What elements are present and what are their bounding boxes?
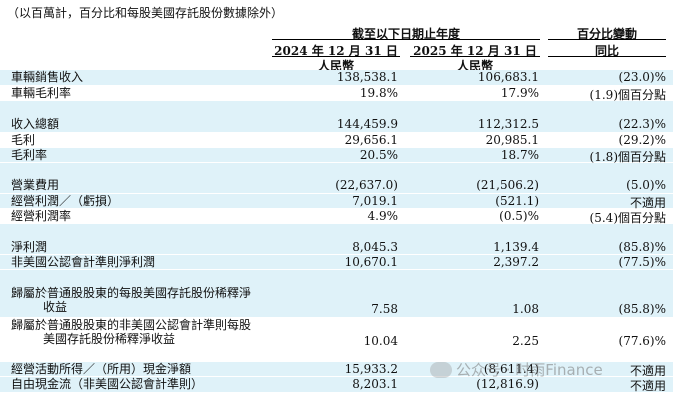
table-row: 歸屬於普通股股東的每股美國存託股份稀釋淨 收益 7.58 1.08 (85.8)% [0,285,673,317]
row-label-line2: 美國存託股份稀釋淨收益 [43,332,176,346]
value-2024: 29,656.1 [344,133,398,147]
value-change: (22.3)% [618,117,666,131]
row-label-line1: 車輛銷售收入 [11,70,84,84]
row-spacer [0,101,673,117]
table-row: 歸屬於普通股股東的非美國公認會計準則每股 美國存託股份稀釋淨收益 10.04 2.25… [0,317,673,349]
table-row: 淨利潤 8,045.3 1,139.4 (85.8)% [0,240,673,254]
row-label-line1: 車輛毛利率 [11,86,72,100]
row-label-line1: 歸屬於普通股股東的非美國公認會計準則每股 [11,318,252,332]
value-2025: 1.08 [512,302,539,316]
value-2024: 8,045.3 [352,240,398,254]
value-change: (29.2)% [618,133,666,147]
value-2025: (0.5)% [499,209,539,223]
header-rule-group [272,39,540,40]
value-2024: 20.5% [359,148,398,162]
value-change: 不適用 [629,379,666,393]
row-label-line1: 毛利率 [11,148,48,162]
value-2024: 7.58 [371,302,398,316]
value-2024: 10.04 [363,334,398,348]
value-2025: 2,397.2 [493,255,539,269]
row-label: 經營利潤／（虧損） [11,194,119,208]
value-change: (85.8)% [618,302,666,316]
value-2025: (521.1) [495,194,539,208]
value-2025: (21,506.2) [476,178,539,192]
row-label: 非美國公認會計準則淨利潤 [11,255,155,269]
value-change: (77.5)% [618,255,666,269]
value-2025: 18.7% [500,148,539,162]
row-spacer [0,224,673,240]
row-label: 自由現金流（非美國公認會計準則） [11,377,203,391]
row-label-line1: 經營活動所得／（所用）現金淨額 [11,362,192,376]
table-row: 經營利潤／（虧損） 7,019.1 (521.1) 不適用 [0,194,673,210]
row-label: 經營活動所得／（所用）現金淨額 [11,362,191,376]
row-label: 營業費用 [11,178,59,192]
row-label: 毛利 [11,133,35,147]
value-change: (23.0)% [618,70,666,84]
value-2025: 106,683.1 [477,70,539,84]
row-label: 車輛毛利率 [11,86,71,100]
row-label-line1: 毛利 [11,133,36,147]
value-2024: 19.8% [359,86,398,100]
row-label: 淨利潤 [11,240,47,254]
value-2024: 4.9% [367,209,399,223]
value-change: (1.8)個百分點 [589,150,666,164]
table-row: 車輛毛利率 19.8% 17.9% (1.9)個百分點 [0,86,673,102]
value-2025: 1,139.4 [493,240,539,254]
value-2024: 144,459.9 [336,117,398,131]
wechat-icon [430,362,452,378]
row-label-line2: 收益 [43,300,68,314]
row-label: 歸屬於普通股股東的非美國公認會計準則每股 美國存託股份稀釋淨收益 [11,318,251,346]
row-label-line1: 經營利潤／（虧損） [11,194,120,208]
row-label-line1: 收入總額 [11,117,60,131]
header-rule-change [548,39,666,40]
table-row: 非美國公認會計準則淨利潤 10,670.1 2,397.2 (77.5)% [0,255,673,269]
value-2024: 7,019.1 [352,194,398,208]
table-row: 車輛銷售收入 138,538.1 106,683.1 (23.0)% [0,70,673,85]
value-2024: 10,670.1 [344,255,398,269]
row-label-line1: 歸屬於普通股股東的每股美國存託股份稀釋淨 [11,286,252,300]
value-2024: 15,933.2 [344,362,398,376]
row-spacer [0,270,673,285]
value-change: (1.9)個百分點 [589,88,666,102]
table-row: 毛利率 20.5% 18.7% (1.8)個百分點 [0,148,673,164]
value-2024: 138,538.1 [336,70,398,84]
table-note: （以百萬計，百分比和每股美國存託股份數據除外） [7,6,284,20]
row-label-line1: 營業費用 [11,178,60,192]
value-change: (5.4)個百分點 [589,211,666,225]
row-label: 車輛銷售收入 [11,70,83,84]
value-2025: 112,312.5 [477,117,539,131]
row-label-line1: 淨利潤 [11,240,48,254]
row-label-line1: 自由現金流（非美國公認會計準則） [11,377,204,391]
value-change: (77.6)% [618,334,666,348]
row-label: 經營利潤率 [11,209,71,223]
value-change: (85.8)% [618,240,666,254]
value-2025: 20,985.1 [485,133,539,147]
value-2024: 8,203.1 [352,377,398,391]
table-row: 毛利 29,656.1 20,985.1 (29.2)% [0,133,673,147]
row-label: 毛利率 [11,148,47,162]
row-label-line1: 經營利潤率 [11,209,72,223]
header-rule-yoy [548,56,666,57]
value-2024: (22,637.0) [335,178,398,192]
table-row: 營業費用 (22,637.0) (21,506.2) (5.0)% [0,178,673,193]
watermark-text: 公众号 · 时雨Finance [456,361,603,379]
value-2025: 2.25 [512,334,539,348]
value-2025: 17.9% [500,86,539,100]
row-label: 歸屬於普通股股東的每股美國存託股份稀釋淨 收益 [11,286,251,314]
row-label: 收入總額 [11,117,59,131]
value-change: (5.0)% [626,178,666,192]
watermark: 公众号 · 时雨Finance [430,359,603,380]
row-label-line1: 非美國公認會計準則淨利潤 [11,255,156,269]
table-row: 收入總額 144,459.9 112,312.5 (22.3)% [0,117,673,132]
table-row: 經營利潤率 4.9% (0.5)% (5.4)個百分點 [0,209,673,225]
row-spacer [0,163,673,178]
